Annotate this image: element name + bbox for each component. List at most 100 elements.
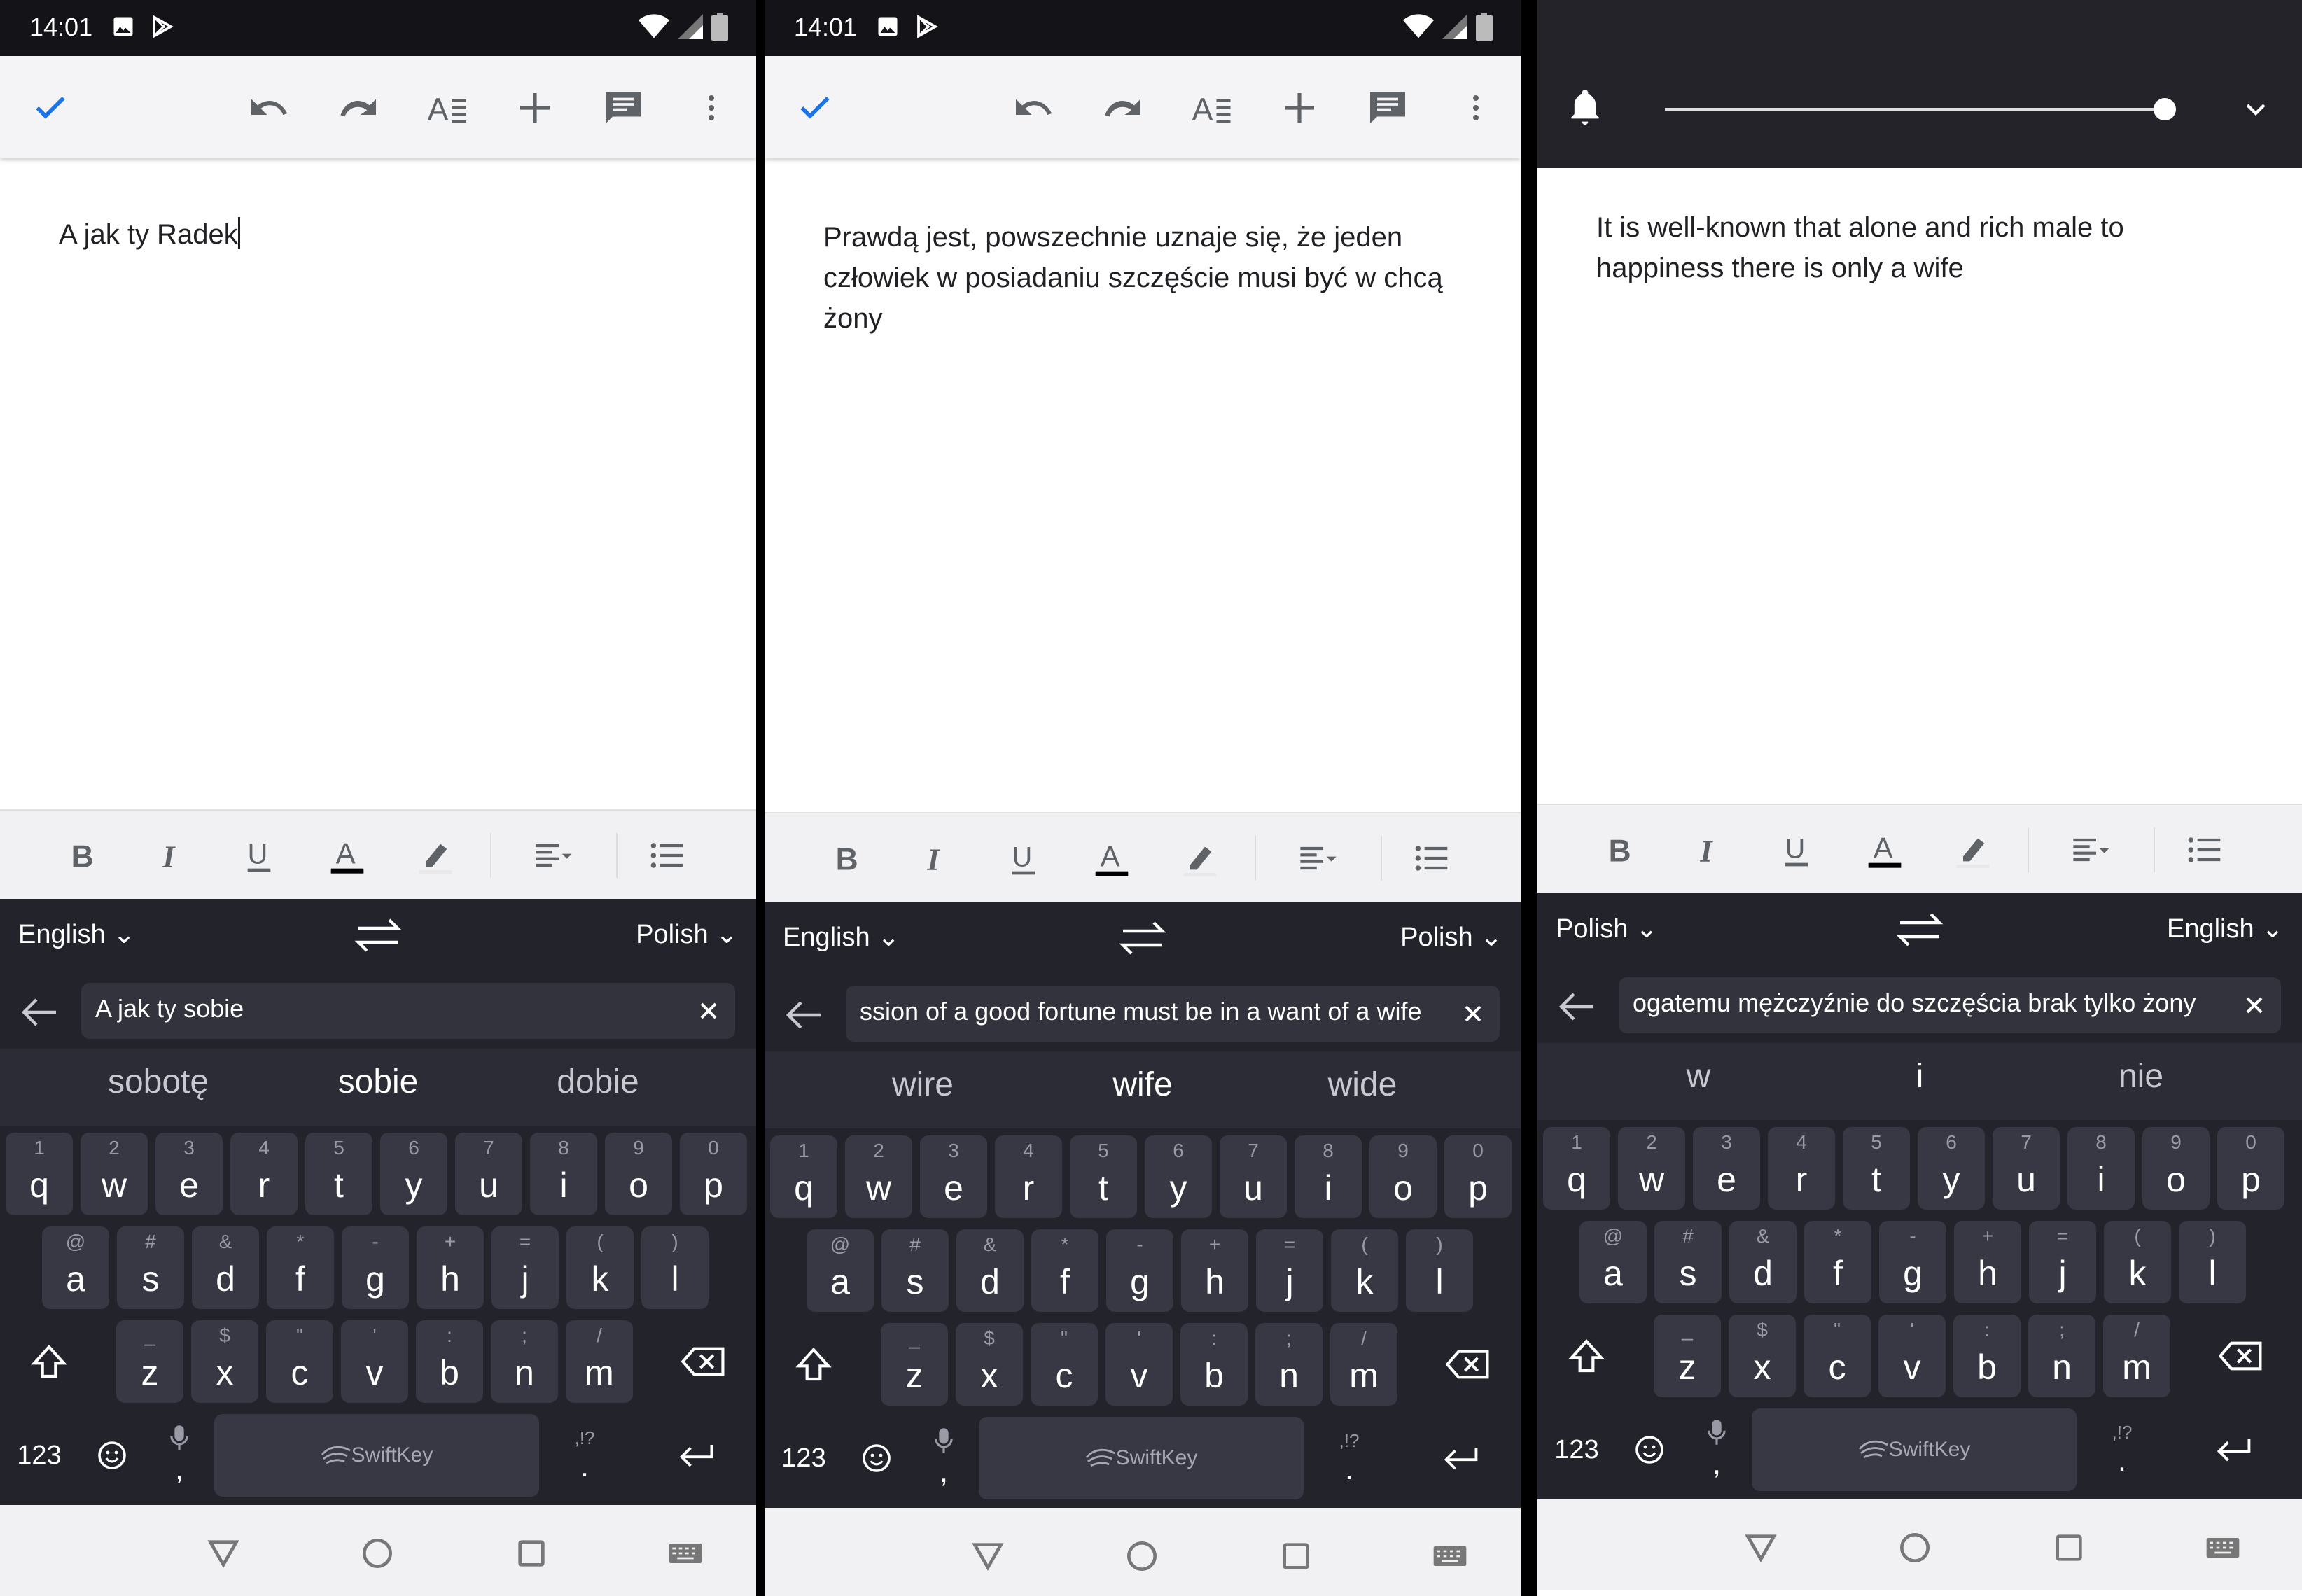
bold-icon[interactable]: B [825,836,870,881]
key-t[interactable]: 5t [1843,1127,1910,1210]
enter-icon[interactable] [2196,1408,2273,1491]
text-format-icon[interactable]: A [1189,85,1234,130]
suggestion-left[interactable]: wire [818,1065,1028,1104]
emoji-icon[interactable] [1616,1408,1683,1491]
back-triangle-icon[interactable] [199,1529,248,1578]
back-arrow-icon[interactable] [781,994,826,1036]
key-r[interactable]: 4r [230,1133,298,1215]
document-body[interactable]: Prawdą jest, powszechnie uznaje się, że … [823,217,1462,339]
key-p[interactable]: 0p [1444,1135,1512,1218]
text-color-icon[interactable]: A [325,833,370,878]
backspace-icon[interactable] [665,1320,742,1403]
key-h[interactable]: + h [417,1226,484,1309]
close-icon[interactable] [1459,1000,1487,1028]
enter-icon[interactable] [658,1414,735,1497]
comment-icon[interactable] [1365,85,1410,130]
enter-icon[interactable] [1423,1417,1500,1499]
key-i[interactable]: 8i [2067,1127,2135,1210]
back-arrow-icon[interactable] [1554,986,1599,1028]
key-k[interactable]: (k [566,1226,634,1309]
align-icon[interactable] [1287,836,1350,881]
key-z[interactable]: _ z [116,1320,183,1403]
key-j[interactable]: = j [2029,1221,2096,1303]
target-language-dropdown[interactable]: Polish ⌄ [1400,921,1502,953]
insert-plus-icon[interactable] [512,85,557,130]
key-w[interactable]: 2w [81,1133,148,1215]
highlight-icon[interactable] [1178,836,1222,881]
key-n[interactable]: ; n [491,1320,558,1403]
underline-icon[interactable]: U [1001,836,1046,881]
key-u[interactable]: 7u [455,1133,522,1215]
suggestion-left[interactable]: w [1593,1057,1804,1096]
redo-icon[interactable] [336,85,381,130]
undo-icon[interactable] [1011,85,1056,130]
highlight-icon[interactable] [413,833,458,878]
translator-field[interactable]: ogatemu mężczyźnie do szczęścia brak tyl… [1619,977,2281,1033]
translator-field[interactable]: A jak ty sobie [81,983,735,1039]
underline-icon[interactable]: U [237,833,281,878]
recents-square-icon[interactable] [1271,1532,1320,1581]
highlight-icon[interactable] [1951,827,1995,872]
key-s[interactable]: # s [1654,1221,1722,1303]
suggestion-center[interactable]: wife [1038,1065,1248,1104]
insert-plus-icon[interactable] [1277,85,1322,130]
source-language-dropdown[interactable]: English ⌄ [18,918,135,950]
key-l[interactable]: ) l [1406,1229,1473,1312]
space-bar[interactable]: SwiftKey [1752,1408,2077,1491]
key-r[interactable]: 4r [1768,1127,1835,1210]
redo-icon[interactable] [1101,85,1145,130]
comma-key[interactable]: , [1689,1408,1745,1491]
key-k[interactable]: (k [1331,1229,1398,1312]
key-p[interactable]: 0p [2217,1127,2284,1210]
home-circle-icon[interactable] [1117,1532,1166,1581]
suggestion-right[interactable]: dobie [493,1063,703,1101]
key-l[interactable]: ) l [2179,1221,2246,1303]
space-bar[interactable]: SwiftKey [979,1417,1304,1499]
volume-slider-thumb[interactable] [2154,98,2176,120]
key-a[interactable]: @ a [1579,1221,1647,1303]
document-body[interactable]: It is well-known that alone and rich mal… [1596,207,2243,288]
key-b[interactable]: :b [416,1320,483,1403]
key-t[interactable]: 5t [305,1133,372,1215]
suggestion-left[interactable]: sobotę [53,1063,263,1101]
translator-field[interactable]: ssion of a good fortune must be in a wan… [846,986,1500,1042]
key-y[interactable]: 6y [1145,1135,1212,1218]
key-u[interactable]: 7u [1220,1135,1287,1218]
shift-icon[interactable] [1551,1315,1621,1397]
text-color-icon[interactable]: A [1862,827,1907,872]
suggestion-center[interactable]: i [1815,1057,2025,1096]
key-o[interactable]: 9o [1369,1135,1437,1218]
bulleted-list-icon[interactable] [1409,836,1453,881]
swap-languages-icon[interactable] [1115,917,1171,959]
recents-square-icon[interactable] [507,1529,556,1578]
key-e[interactable]: 3e [1693,1127,1760,1210]
key-v[interactable]: ' v [1878,1315,1946,1397]
key-a[interactable]: @ a [807,1229,874,1312]
home-circle-icon[interactable] [1890,1523,1939,1572]
key-q[interactable]: 1q [1543,1127,1610,1210]
key-x[interactable]: $ x [1729,1315,1796,1397]
backspace-icon[interactable] [1430,1323,1507,1406]
key-o[interactable]: 9o [605,1133,672,1215]
emoji-icon[interactable] [843,1417,910,1499]
undo-icon[interactable] [246,85,291,130]
italic-icon[interactable]: I [1686,827,1731,872]
key-x[interactable]: $ x [956,1323,1023,1406]
comma-key[interactable]: , [916,1417,972,1499]
key-h[interactable]: + h [1954,1221,2021,1303]
align-icon[interactable] [2060,827,2123,872]
key-j[interactable]: = j [491,1226,559,1309]
key-s[interactable]: # s [881,1229,949,1312]
emoji-icon[interactable] [78,1414,146,1497]
text-format-icon[interactable]: A [424,85,469,130]
suggestion-right[interactable]: nie [2036,1057,2246,1096]
close-icon[interactable] [2240,991,2268,1019]
key-v[interactable]: ' v [1105,1323,1173,1406]
key-e[interactable]: 3e [155,1133,223,1215]
space-bar[interactable]: SwiftKey [214,1414,539,1497]
key-o[interactable]: 9o [2142,1127,2210,1210]
target-language-dropdown[interactable]: English ⌄ [2167,913,2284,944]
swap-languages-icon[interactable] [1892,909,1948,951]
key-g[interactable]: -g [1106,1229,1173,1312]
italic-icon[interactable]: I [148,833,193,878]
